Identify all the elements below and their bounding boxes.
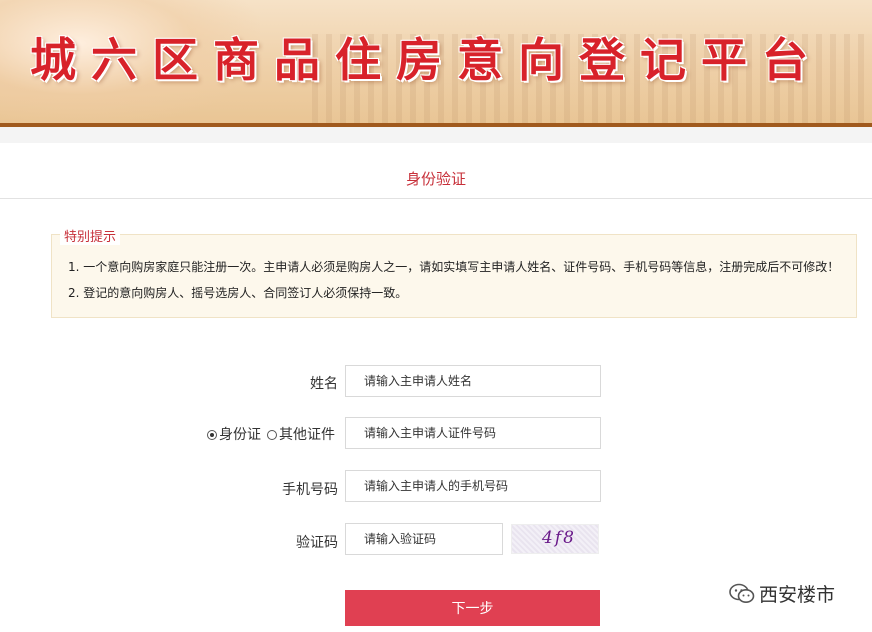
captcha-image[interactable]: 4f8 <box>511 524 599 554</box>
id-number-input[interactable] <box>345 417 601 449</box>
next-step-button[interactable]: 下一步 <box>345 590 600 626</box>
watermark-text: 西安楼市 <box>759 584 836 606</box>
radio-id-card-label: 身份证 <box>219 427 261 443</box>
page-title: 身份验证 <box>405 170 466 188</box>
id-type-radio-group: 身份证 其他证件 <box>207 424 341 444</box>
radio-checked-icon[interactable] <box>207 429 217 440</box>
notice-box <box>51 234 857 318</box>
phone-input[interactable] <box>345 470 601 502</box>
wechat-icon <box>729 583 755 605</box>
header-strip <box>0 127 872 143</box>
watermark: 西安楼市 <box>729 580 835 607</box>
captcha-label: 验证码 <box>296 535 338 551</box>
phone-label: 手机号码 <box>282 482 338 498</box>
captcha-input[interactable] <box>345 523 503 555</box>
header-banner: 城六区商品住房意向登记平台 <box>0 0 872 124</box>
notice-line-2: 2. 登记的意向购房人、摇号选房人、合同签订人必须保持一致。 <box>68 286 408 300</box>
notice-legend: 特别提示 <box>60 226 121 245</box>
radio-id-card[interactable]: 身份证 <box>207 424 261 444</box>
name-label: 姓名 <box>310 376 338 392</box>
radio-unchecked-icon[interactable] <box>267 429 277 440</box>
captcha-text: 4f8 <box>542 528 576 548</box>
notice-line-1: 1. 一个意向购房家庭只能注册一次。主申请人必须是购房人之一，请如实填写主申请人… <box>68 260 840 274</box>
platform-title: 城六区商品住房意向登记平台 <box>30 33 823 87</box>
title-divider <box>0 198 872 199</box>
radio-other-id-label: 其他证件 <box>279 427 335 443</box>
name-input[interactable] <box>345 365 601 397</box>
radio-other-id[interactable]: 其他证件 <box>267 424 335 444</box>
